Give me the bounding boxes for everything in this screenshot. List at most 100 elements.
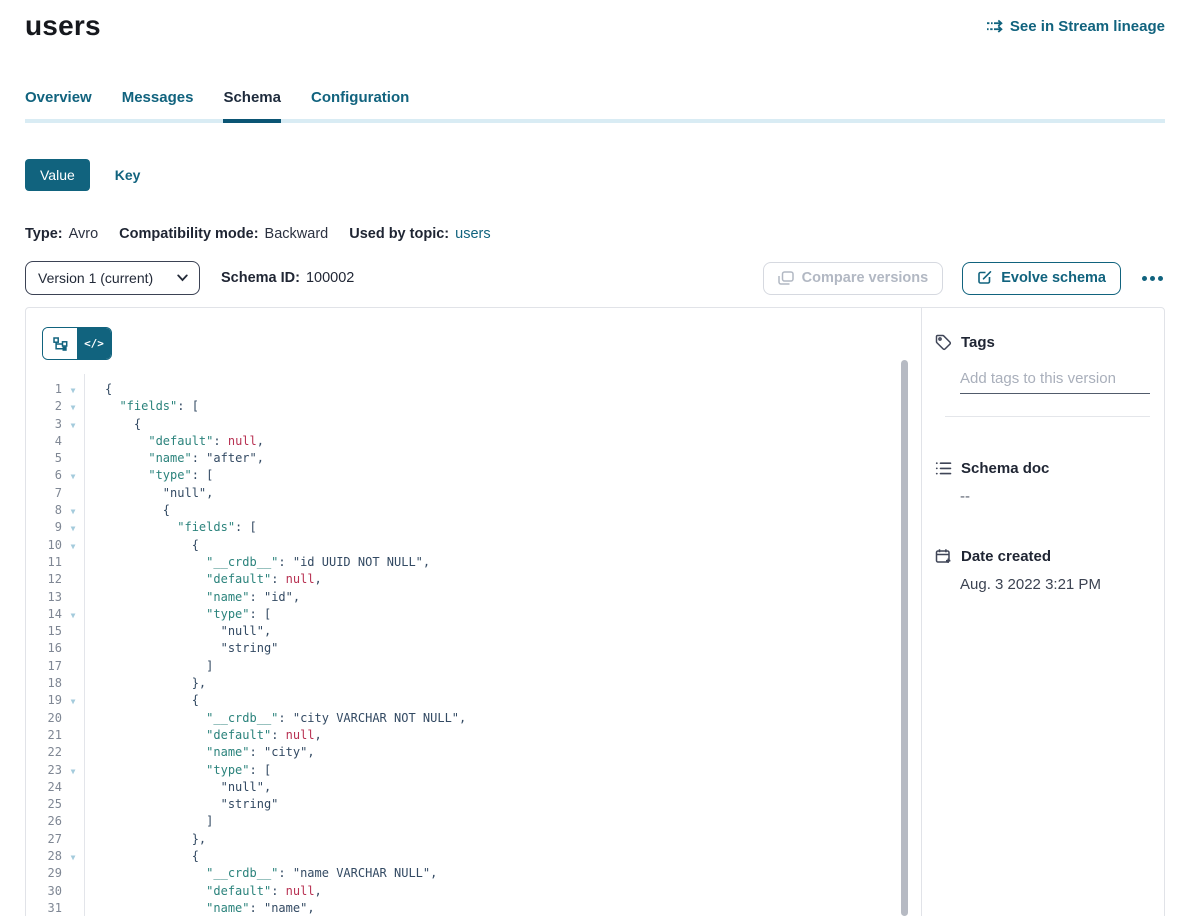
code-lines: 1▼{2▼ "fields": [3▼ {4 "default": null,5… (26, 374, 921, 916)
used-by-topic-link[interactable]: users (455, 226, 490, 242)
schema-toolbar: Version 1 (current) Schema ID: 100002 (25, 261, 1165, 295)
fold-toggle-icon[interactable]: ▼ (62, 607, 84, 624)
schema-page: users See in Stream lineage Overview Mes… (0, 10, 1189, 916)
tag-icon (935, 334, 952, 351)
key-tab-link[interactable]: Key (115, 167, 141, 183)
evolve-schema-label: Evolve schema (1001, 270, 1106, 286)
evolve-schema-button[interactable]: Evolve schema (962, 262, 1121, 295)
schema-doc-title: Schema doc (961, 460, 1049, 477)
code-line: 22 "name": "city", (26, 744, 921, 761)
code-view-icon: </> (84, 337, 104, 350)
code-line: 26 ] (26, 813, 921, 830)
schema-panel: </> 1▼{2▼ "fields": [3▼ {4 "default": nu… (25, 307, 1165, 916)
stream-lineage-icon (986, 19, 1003, 33)
value-key-toggle: Value Key (25, 159, 1165, 191)
fold-toggle-icon[interactable]: ▼ (62, 763, 84, 780)
list-icon (935, 461, 952, 476)
toolbar-actions: Compare versions Evolve schema (763, 262, 1165, 295)
page-title: users (25, 10, 101, 42)
schema-sidebar: Tags Schema do (922, 308, 1164, 916)
code-line: 14▼ "type": [ (26, 606, 921, 623)
tree-view-button[interactable] (43, 328, 77, 359)
schema-meta-row: Type: Avro Compatibility mode: Backward … (25, 226, 1165, 242)
fold-toggle-icon[interactable]: ▼ (62, 382, 84, 399)
tags-input[interactable] (960, 368, 1150, 394)
code-line: 31 "name": "name", (26, 900, 921, 916)
fold-toggle-icon[interactable]: ▼ (62, 399, 84, 416)
tab-configuration[interactable]: Configuration (311, 89, 409, 119)
code-line: 28▼ { (26, 848, 921, 865)
code-line: 17 ] (26, 658, 921, 675)
meta-used-by-topic: Used by topic: users (349, 226, 490, 242)
fold-toggle-icon[interactable]: ▼ (62, 417, 84, 434)
sidebar-divider (945, 416, 1150, 417)
compatibility-value: Backward (265, 226, 329, 242)
fold-toggle-icon[interactable]: ▼ (62, 520, 84, 537)
code-line: 25 "string" (26, 796, 921, 813)
code-line: 29 "__crdb__": "name VARCHAR NULL", (26, 865, 921, 882)
code-line: 16 "string" (26, 640, 921, 657)
version-select-wrap: Version 1 (current) (25, 261, 200, 295)
code-line: 11 "__crdb__": "id UUID NOT NULL", (26, 554, 921, 571)
view-toggle: </> (42, 327, 112, 360)
code-line: 13 "name": "id", (26, 589, 921, 606)
tree-view-icon (53, 337, 68, 351)
meta-compatibility: Compatibility mode: Backward (119, 226, 328, 242)
code-line: 27 }, (26, 831, 921, 848)
code-line: 6▼ "type": [ (26, 467, 921, 484)
tags-title: Tags (961, 334, 995, 351)
code-line: 3▼ { (26, 416, 921, 433)
schema-id-label: Schema ID: (221, 270, 300, 286)
code-line: 18 }, (26, 675, 921, 692)
code-line: 12 "default": null, (26, 571, 921, 588)
code-line: 15 "null", (26, 623, 921, 640)
code-line: 10▼ { (26, 537, 921, 554)
compare-versions-label: Compare versions (802, 270, 929, 286)
fold-toggle-icon[interactable]: ▼ (62, 503, 84, 520)
see-in-stream-lineage-link[interactable]: See in Stream lineage (986, 18, 1165, 35)
type-value: Avro (69, 226, 99, 242)
stream-lineage-label: See in Stream lineage (1010, 18, 1165, 35)
schema-code-pane: </> 1▼{2▼ "fields": [3▼ {4 "default": nu… (26, 308, 921, 916)
fold-toggle-icon[interactable]: ▼ (62, 468, 84, 485)
code-line: 20 "__crdb__": "city VARCHAR NOT NULL", (26, 710, 921, 727)
versions-icon (778, 271, 794, 286)
tags-heading: Tags (935, 334, 1150, 351)
tab-schema[interactable]: Schema (223, 89, 281, 123)
version-select[interactable]: Version 1 (current) (25, 261, 200, 295)
schema-id-value: 100002 (306, 270, 354, 286)
code-view-button[interactable]: </> (77, 328, 111, 359)
date-created-section: Date created Aug. 3 2022 3:21 PM (935, 548, 1150, 593)
edit-icon (977, 270, 993, 286)
schema-doc-value: -- (960, 488, 1150, 505)
code-line: 23▼ "type": [ (26, 762, 921, 779)
tab-overview[interactable]: Overview (25, 89, 92, 119)
fold-toggle-icon[interactable]: ▼ (62, 538, 84, 555)
code-line: 21 "default": null, (26, 727, 921, 744)
tab-messages[interactable]: Messages (122, 89, 194, 119)
date-created-value: Aug. 3 2022 3:21 PM (960, 576, 1150, 593)
date-created-title: Date created (961, 548, 1051, 565)
fold-toggle-icon[interactable]: ▼ (62, 849, 84, 866)
code-line: 30 "default": null, (26, 883, 921, 900)
compatibility-label: Compatibility mode: (119, 226, 258, 242)
code-line: 1▼{ (26, 381, 921, 398)
value-tab-button[interactable]: Value (25, 159, 90, 191)
schema-doc-section: Schema doc -- (935, 460, 1150, 505)
code-scrollbar[interactable] (901, 360, 908, 916)
code-line: 24 "null", (26, 779, 921, 796)
more-actions-button[interactable] (1140, 272, 1165, 285)
fold-toggle-icon[interactable]: ▼ (62, 693, 84, 710)
compare-versions-button[interactable]: Compare versions (763, 262, 944, 295)
schema-id: Schema ID: 100002 (221, 270, 354, 286)
used-by-topic-label: Used by topic: (349, 226, 449, 242)
code-line: 4 "default": null, (26, 433, 921, 450)
tab-bar: Overview Messages Schema Configuration (25, 89, 1165, 123)
code-line: 2▼ "fields": [ (26, 398, 921, 415)
calendar-plus-icon (935, 548, 952, 565)
code-line: 5 "name": "after", (26, 450, 921, 467)
code-line: 9▼ "fields": [ (26, 519, 921, 536)
page-header: users See in Stream lineage (25, 10, 1165, 42)
date-created-heading: Date created (935, 548, 1150, 565)
meta-type: Type: Avro (25, 226, 98, 242)
